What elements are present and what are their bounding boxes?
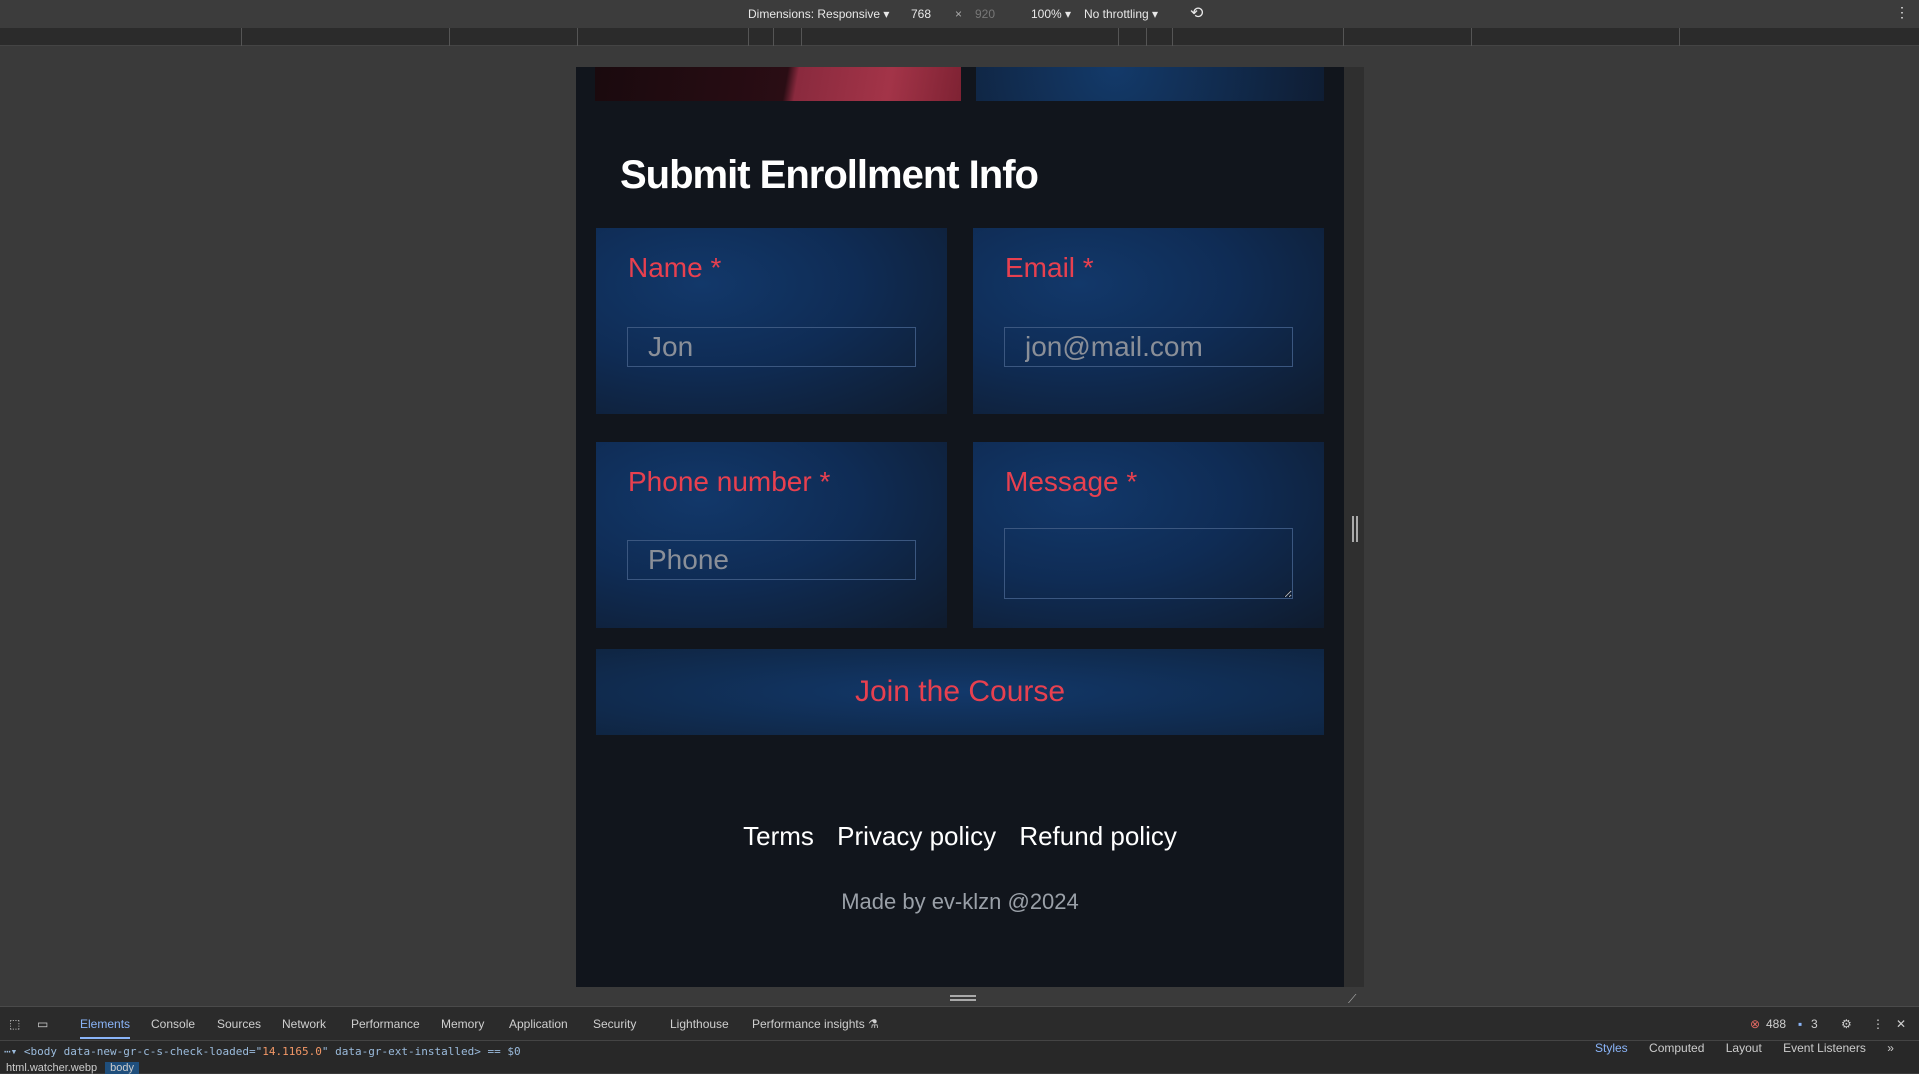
error-count[interactable]: 488 — [1766, 1017, 1786, 1031]
made-by-text: Made by ev-klzn @2024 — [841, 889, 1079, 914]
terms-link[interactable]: Terms — [743, 821, 814, 851]
phone-label: Phone number * — [628, 466, 831, 497]
tab-layout[interactable]: Layout — [1726, 1041, 1762, 1055]
name-label: Name * — [628, 252, 722, 283]
error-icon: ⊗ — [1750, 1017, 1761, 1031]
device-toolbar: Dimensions: Responsive ▾ 768 × 920 100% … — [0, 0, 1919, 28]
tab-application[interactable]: Application — [509, 1017, 568, 1031]
rotate-icon[interactable]: ⟲ — [1190, 3, 1203, 23]
tab-performance-insights[interactable]: Performance insights — [752, 1017, 865, 1031]
email-input[interactable] — [1004, 327, 1293, 367]
code-prefix: <body data-new-gr-c-s-check-loaded=" — [23, 1045, 263, 1058]
phone-card: Phone number * — [596, 442, 947, 628]
breadcrumb-body[interactable]: body — [105, 1062, 139, 1074]
device-toggle-icon[interactable]: ▭ — [37, 1017, 48, 1031]
media-query-ruler — [0, 28, 1919, 46]
throttling-dropdown[interactable]: No throttling ▾ — [1084, 7, 1158, 21]
devtools-tabs: ⬚ ▭ Elements Console Sources Network Per… — [0, 1007, 1919, 1041]
hero-card — [976, 67, 1324, 101]
message-count[interactable]: 3 — [1811, 1017, 1818, 1031]
tab-computed[interactable]: Computed — [1649, 1041, 1704, 1055]
code-value: 14.1165.0 — [262, 1045, 322, 1058]
email-card: Email * — [973, 228, 1324, 414]
tab-security[interactable]: Security — [593, 1017, 636, 1031]
breadcrumb: html.watcher.webp body — [6, 1062, 139, 1074]
tab-console[interactable]: Console — [151, 1017, 195, 1031]
tab-elements[interactable]: Elements — [80, 1017, 131, 1039]
phone-input[interactable] — [627, 540, 916, 580]
tab-styles[interactable]: Styles — [1595, 1041, 1628, 1055]
resize-corner-icon[interactable]: ⟋ — [1348, 992, 1356, 1007]
times-sign: × — [955, 7, 963, 21]
breadcrumb-html[interactable]: html.watcher.webp — [6, 1062, 97, 1074]
width-input[interactable]: 768 — [911, 7, 931, 21]
more-tabs-icon[interactable]: » — [1887, 1041, 1894, 1055]
inspect-icon[interactable]: ⬚ — [9, 1017, 20, 1031]
tab-event-listeners[interactable]: Event Listeners — [1783, 1041, 1866, 1055]
message-icon: ▪ — [1798, 1017, 1803, 1031]
resize-handle-bottom[interactable] — [950, 995, 976, 1001]
tab-lighthouse[interactable]: Lighthouse — [670, 1017, 729, 1031]
page-title: Submit Enrollment Info — [620, 153, 1039, 197]
dom-line[interactable]: ⋯▾ <body data-new-gr-c-s-check-loaded="1… — [4, 1045, 521, 1058]
refund-policy-link[interactable]: Refund policy — [1019, 821, 1177, 851]
code-suffix: " data-gr-ext-installed> == $0 — [321, 1045, 521, 1058]
more-icon[interactable]: ⋮ — [1872, 1017, 1884, 1031]
tab-network[interactable]: Network — [282, 1017, 326, 1031]
message-card: Message * — [973, 442, 1324, 628]
dimensions-dropdown[interactable]: Dimensions: Responsive ▾ — [748, 7, 889, 21]
hero-image — [595, 67, 961, 101]
side-tabs: Styles Computed Layout Event Listeners » — [1595, 1041, 1912, 1055]
flask-icon: ⚗ — [868, 1017, 879, 1031]
name-card: Name * — [596, 228, 947, 414]
email-label: Email * — [1005, 252, 1094, 283]
message-label: Message * — [1005, 466, 1138, 497]
settings-icon[interactable]: ⚙ — [1841, 1017, 1852, 1031]
tab-sources[interactable]: Sources — [217, 1017, 261, 1031]
footer-links: Terms Privacy policy Refund policy — [576, 821, 1344, 852]
page-viewport: Submit Enrollment Info Name * Email * Ph… — [576, 67, 1344, 987]
tab-memory[interactable]: Memory — [441, 1017, 484, 1031]
tab-performance[interactable]: Performance — [351, 1017, 420, 1031]
resize-handle-right[interactable] — [1352, 516, 1358, 542]
close-icon[interactable]: ✕ — [1896, 1017, 1906, 1031]
privacy-policy-link[interactable]: Privacy policy — [837, 821, 996, 851]
message-textarea[interactable] — [1004, 528, 1293, 599]
zoom-dropdown[interactable]: 100% ▾ — [1031, 7, 1071, 21]
more-icon[interactable]: ⋮ — [1895, 4, 1909, 21]
devtools-panel: ⬚ ▭ Elements Console Sources Network Per… — [0, 1006, 1919, 1074]
height-input[interactable]: 920 — [975, 7, 995, 21]
name-input[interactable] — [627, 327, 916, 367]
join-course-button[interactable]: Join the Course — [596, 649, 1324, 735]
